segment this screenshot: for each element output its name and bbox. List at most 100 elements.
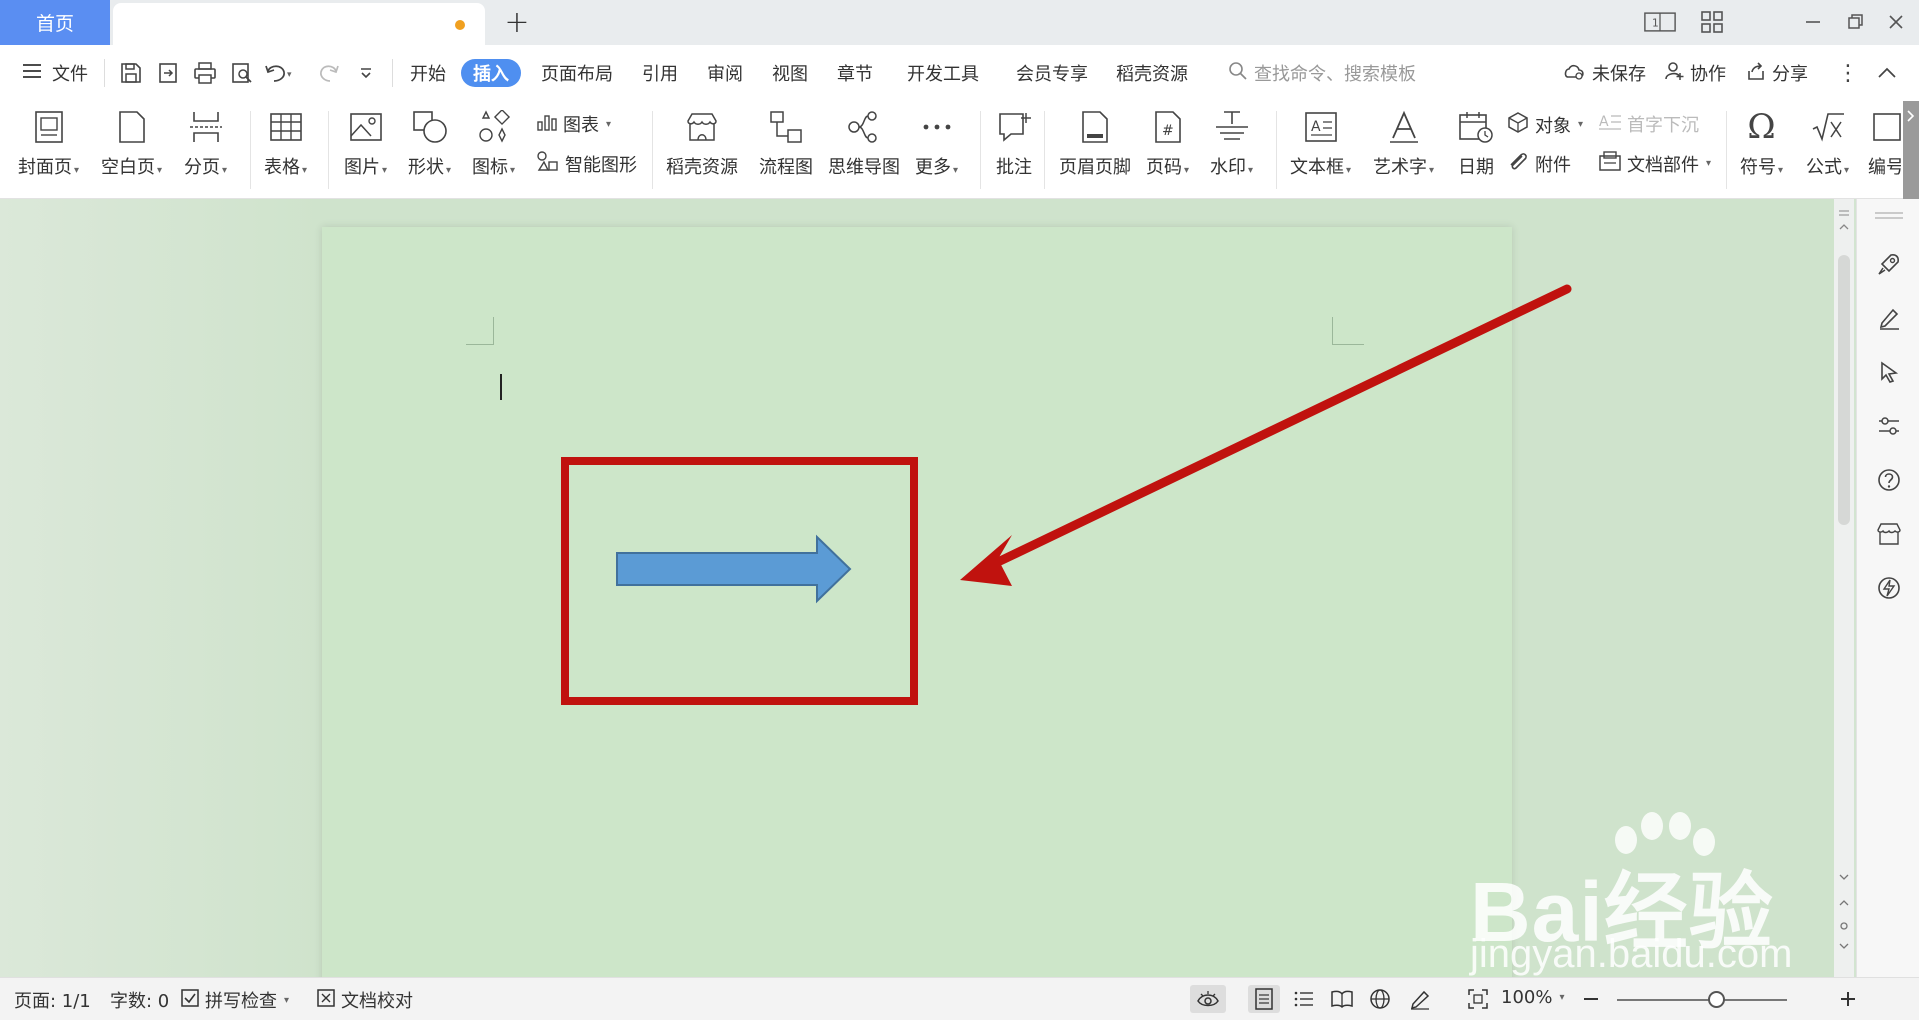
write-mode-icon[interactable] (1406, 985, 1434, 1013)
menu-start[interactable]: 开始 (410, 59, 446, 87)
scroll-thumb[interactable] (1838, 255, 1850, 525)
unsaved-button[interactable]: 未保存 (1562, 59, 1646, 87)
svg-text:1: 1 (1652, 16, 1659, 29)
zoom-in-icon[interactable] (1834, 985, 1862, 1013)
zoom-level-dropdown[interactable]: 100% ▾ (1501, 987, 1565, 1008)
rocket-icon[interactable] (1874, 249, 1904, 279)
symbol-button[interactable]: Ω 符号 ▾ (1740, 107, 1783, 179)
pen-edit-icon[interactable] (1874, 303, 1904, 333)
chart-button[interactable]: 图表 ▾ (536, 111, 611, 137)
restore-icon[interactable] (1840, 8, 1872, 36)
export-icon[interactable] (153, 58, 183, 88)
tab-document[interactable] (113, 3, 485, 45)
numbering-button[interactable]: 编号 (1868, 107, 1901, 179)
menu-view[interactable]: 视图 (772, 59, 808, 87)
blue-right-arrow-shape[interactable] (616, 534, 852, 604)
cloud-icon (1562, 61, 1586, 86)
menu-chapter[interactable]: 章节 (837, 59, 873, 87)
save-icon[interactable] (116, 58, 146, 88)
textbox-icon: A (1301, 107, 1341, 147)
command-search[interactable]: 查找命令、搜索模板 (1228, 59, 1416, 87)
attachment-button[interactable]: 附件 (1506, 150, 1571, 177)
adjust-sliders-icon[interactable] (1874, 411, 1904, 441)
page-number-button[interactable]: # 页码 ▾ (1146, 107, 1189, 179)
tab-home[interactable]: 首页 (0, 0, 110, 45)
page-view-mode-icon[interactable] (1248, 985, 1280, 1013)
file-menu[interactable]: 文件 (22, 59, 88, 87)
paperclip-icon (1506, 150, 1530, 177)
lightning-icon[interactable] (1874, 573, 1904, 603)
web-layout-icon[interactable] (1366, 985, 1394, 1013)
separator (104, 59, 105, 87)
vertical-scrollbar[interactable] (1834, 199, 1854, 977)
customize-dropdown-icon[interactable] (351, 58, 381, 88)
menu-developer[interactable]: 开发工具 (907, 59, 979, 87)
flowchart-button[interactable]: 流程图 (759, 107, 813, 179)
scroll-nav-icons[interactable] (1834, 869, 1854, 969)
doc-proofread-button[interactable]: 文档校对 (316, 987, 413, 1013)
share-button[interactable]: 分享 (1746, 59, 1808, 87)
mindmap-button[interactable]: 思维导图 (828, 107, 900, 179)
menu-member[interactable]: 会员专享 (1016, 59, 1088, 87)
page-break-button[interactable]: 分页 ▾ (184, 107, 227, 179)
menu-insert[interactable]: 插入 (461, 59, 521, 87)
eye-protection-icon[interactable] (1190, 985, 1226, 1013)
close-icon[interactable] (1880, 8, 1912, 36)
zoom-out-icon[interactable] (1577, 985, 1605, 1013)
zoom-slider-track[interactable] (1617, 999, 1787, 1001)
watermark-icon (1212, 107, 1252, 147)
undo-icon[interactable]: ▾ (264, 58, 294, 88)
select-pointer-icon[interactable] (1874, 357, 1904, 387)
date-button[interactable]: 日期 (1456, 107, 1496, 179)
zoom-slider-knob[interactable] (1708, 991, 1725, 1008)
docer-resources-button[interactable]: 稻壳资源 (666, 107, 738, 179)
redo-icon[interactable] (314, 58, 344, 88)
help-icon[interactable] (1874, 465, 1904, 495)
store-panel-icon[interactable] (1874, 519, 1904, 549)
doc-parts-button[interactable]: 文档部件 ▾ (1598, 150, 1711, 177)
icon-button[interactable]: 图标 ▾ (472, 107, 515, 179)
unsaved-dot-icon (455, 20, 465, 30)
dropcap-button[interactable]: A 首字下沉 (1598, 111, 1699, 137)
page-count[interactable]: 页面: 1/1 (14, 987, 91, 1013)
spell-check-button[interactable]: 拼写检查 ▾ (180, 987, 289, 1013)
shape-button[interactable]: 形状 ▾ (408, 107, 451, 179)
grid-view-icon[interactable] (1696, 8, 1728, 36)
picture-button[interactable]: 图片 ▾ (344, 107, 387, 179)
table-button[interactable]: 表格 ▾ (264, 107, 307, 179)
wordart-button[interactable]: 艺术字 ▾ (1373, 107, 1434, 179)
word-count[interactable]: 字数: 0 (110, 987, 169, 1013)
ribbon-scroll-button[interactable] (1903, 101, 1919, 199)
menu-review[interactable]: 审阅 (707, 59, 743, 87)
cover-page-button[interactable]: 封面页 ▾ (18, 107, 79, 179)
comment-icon (994, 107, 1034, 147)
fit-page-icon[interactable] (1464, 985, 1492, 1013)
comment-button[interactable]: 批注 (994, 107, 1034, 179)
menu-page-layout[interactable]: 页面布局 (541, 59, 613, 87)
attachment-label: 附件 (1535, 154, 1571, 176)
formula-button[interactable]: 公式 ▾ (1806, 107, 1849, 179)
print-preview-icon[interactable] (227, 58, 257, 88)
print-icon[interactable] (190, 58, 220, 88)
header-footer-button[interactable]: 页眉页脚 (1059, 107, 1131, 179)
collapse-ribbon-icon[interactable] (1872, 58, 1902, 88)
textbox-button[interactable]: A 文本框 ▾ (1290, 107, 1351, 179)
more-button[interactable]: 更多 ▾ (915, 107, 958, 179)
page-view-icon[interactable]: 1 (1644, 8, 1676, 36)
more-options-icon[interactable]: ⋮ (1833, 58, 1863, 88)
blank-page-button[interactable]: 空白页 ▾ (101, 107, 162, 179)
new-tab-button[interactable]: + (500, 5, 534, 40)
doc-parts-icon (1598, 150, 1622, 177)
watermark-label: 水印 (1210, 157, 1246, 178)
minimize-icon[interactable] (1797, 8, 1829, 36)
reading-mode-icon[interactable] (1328, 985, 1356, 1013)
outline-view-icon[interactable] (1290, 985, 1318, 1013)
smart-shape-button[interactable]: 智能图形 (536, 150, 637, 177)
watermark-button[interactable]: 水印 ▾ (1210, 107, 1253, 179)
textbox-label: 文本框 (1290, 157, 1344, 178)
menu-references[interactable]: 引用 (642, 59, 678, 87)
object-button[interactable]: 对象 ▾ (1506, 111, 1583, 138)
collab-button[interactable]: 协作 (1664, 59, 1726, 87)
red-pointer-arrow-line (995, 284, 1572, 566)
menu-docer[interactable]: 稻壳资源 (1116, 59, 1188, 87)
